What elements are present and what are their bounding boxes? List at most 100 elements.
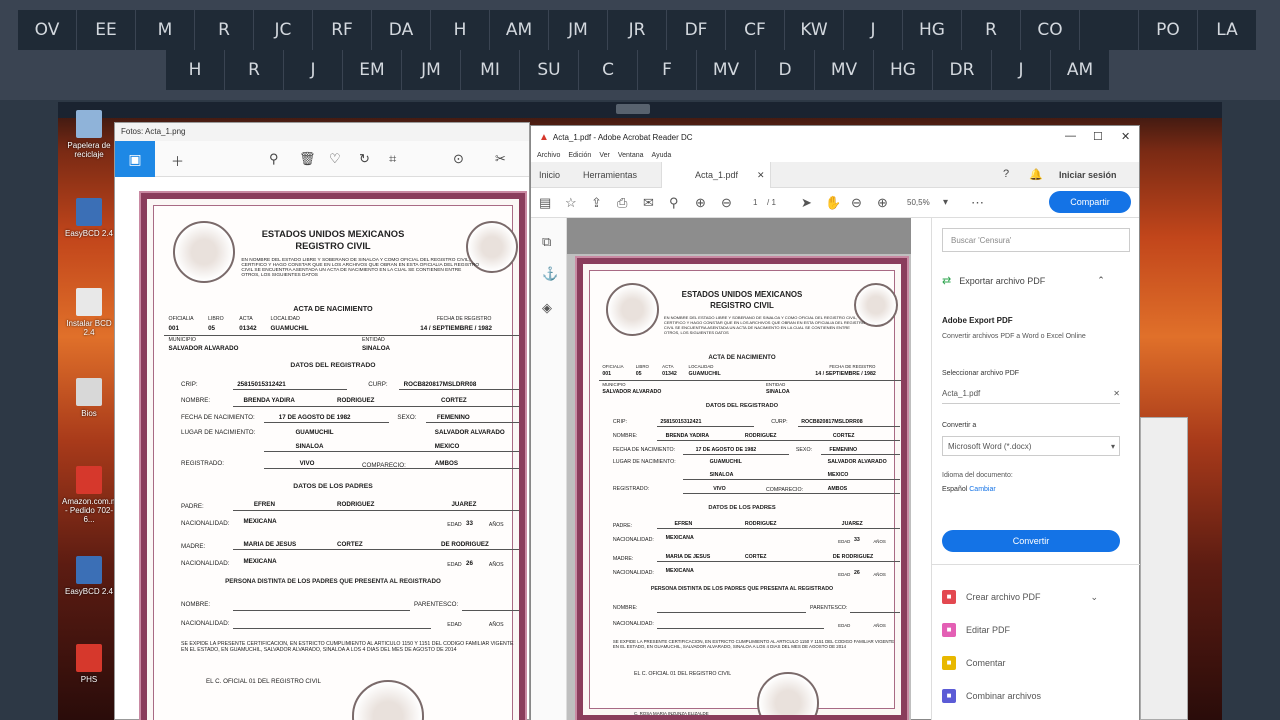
participant-tile[interactable]: RF — [313, 10, 371, 50]
participant-tile[interactable]: R — [962, 10, 1020, 50]
participant-tile[interactable]: C — [579, 50, 637, 90]
selected-file[interactable]: Acta_1.pdf ✕ — [942, 384, 1120, 404]
lang-change-link[interactable]: Cambiar — [969, 486, 995, 493]
participant-tile[interactable]: AM — [1051, 50, 1109, 90]
add-icon[interactable]: ＋ — [171, 151, 184, 170]
participant-tile[interactable]: DA — [372, 10, 430, 50]
favorite-icon[interactable]: ♡ — [329, 151, 341, 167]
tool-create-pdf[interactable]: ■ Crear archivo PDF ⌄ — [942, 590, 1098, 604]
desktop-icon[interactable]: Bios — [62, 378, 116, 418]
tool-edit-pdf[interactable]: ■ Editar PDF — [942, 623, 1010, 637]
next-page-icon[interactable]: ⊖ — [721, 195, 732, 211]
format-select[interactable]: Microsoft Word (*.docx) ▾ — [942, 436, 1120, 456]
search-icon[interactable]: ⚲ — [669, 195, 679, 211]
document-canvas[interactable]: ESTADOS UNIDOS MEXICANOS REGISTRO CIVIL EN… — [567, 218, 911, 720]
participant-tile[interactable]: J — [284, 50, 342, 90]
email-icon[interactable]: ✉ — [643, 195, 654, 211]
participant-tile[interactable]: HG — [903, 10, 961, 50]
menu-item[interactable]: Ayuda — [652, 152, 672, 159]
participant-tile[interactable]: J — [844, 10, 902, 50]
participant-tile[interactable]: JM — [549, 10, 607, 50]
participant-tile[interactable]: F — [638, 50, 696, 90]
chevron-down-icon[interactable]: ⌄ — [1091, 592, 1099, 603]
participant-tile[interactable]: JM — [402, 50, 460, 90]
zoom-in-icon[interactable]: ⊕ — [877, 195, 888, 211]
desktop-icon[interactable]: Papelera de reciclaje — [62, 110, 116, 159]
participant-tile[interactable]: JR — [608, 10, 666, 50]
tab-close-icon[interactable]: ✕ — [757, 170, 765, 181]
hand-icon[interactable]: ✋ — [825, 195, 841, 211]
tool-comment[interactable]: ■ Comentar — [942, 656, 1006, 670]
create-icon[interactable]: ▤ — [539, 195, 551, 211]
minimize-button[interactable]: — — [1065, 130, 1076, 142]
upload-icon[interactable]: ⇪ — [591, 195, 602, 211]
enhance-icon[interactable]: ⊙ — [453, 151, 464, 167]
menu-item[interactable]: Archivo — [537, 152, 560, 159]
share-button[interactable]: Compartir — [1049, 191, 1131, 213]
background-window[interactable] — [1140, 417, 1188, 720]
participant-tile[interactable]: DR — [933, 50, 991, 90]
zoom-icon[interactable]: ⚲ — [269, 151, 279, 167]
participant-tile[interactable]: KW — [785, 10, 843, 50]
tab-tools[interactable]: Herramientas — [583, 170, 637, 180]
rotate-icon[interactable]: ↻ — [359, 151, 370, 167]
menu-item[interactable]: Ventana — [618, 152, 644, 159]
desktop-icon[interactable]: Amazon.com.mx - Pedido 702-6... — [62, 466, 122, 524]
participant-tile[interactable]: OV — [18, 10, 76, 50]
participant-tile[interactable]: R — [195, 10, 253, 50]
search-input[interactable]: Buscar 'Censura' — [942, 228, 1130, 252]
photos-window[interactable]: Fotos: Acta_1.png ▣ ＋ ⚲ 🗑 ♡ ↻ ⌗ ⊙ ✂ ESTA… — [114, 122, 530, 720]
participant-tile[interactable]: D — [756, 50, 814, 90]
participant-tile[interactable]: CO — [1021, 10, 1079, 50]
notification-icon[interactable]: 🔔 — [1029, 168, 1043, 181]
crop-icon[interactable]: ⌗ — [389, 151, 396, 167]
tab-home[interactable]: Inicio — [539, 170, 560, 180]
participant-tile[interactable]: J — [992, 50, 1050, 90]
select-icon[interactable]: ➤ — [801, 195, 812, 211]
menu-item[interactable]: Edición — [568, 152, 591, 159]
participant-tile[interactable]: MI — [461, 50, 519, 90]
page-number[interactable]: 1 — [753, 198, 757, 207]
menu-item[interactable]: Ver — [599, 152, 610, 159]
participant-tile[interactable] — [1080, 10, 1138, 50]
participant-tile[interactable]: SU — [520, 50, 578, 90]
prev-page-icon[interactable]: ⊕ — [695, 195, 706, 211]
participant-tile[interactable]: H — [166, 50, 224, 90]
print-icon[interactable]: ⎙ — [617, 195, 627, 211]
more-icon[interactable]: ⋯ — [971, 195, 984, 211]
desktop-icon[interactable]: EasyBCD 2.4 — [62, 198, 116, 238]
drag-handle[interactable] — [616, 104, 650, 114]
participant-tile[interactable]: MV — [815, 50, 873, 90]
bookmark-icon[interactable]: ☆ — [565, 195, 577, 211]
participant-tile[interactable]: HG — [874, 50, 932, 90]
participant-tile[interactable]: M — [136, 10, 194, 50]
participant-tile[interactable]: EM — [343, 50, 401, 90]
desktop-icon[interactable]: PHS — [62, 644, 116, 684]
help-icon[interactable]: ? — [1003, 168, 1009, 180]
participant-tile[interactable]: LA — [1198, 10, 1256, 50]
edit-icon[interactable]: ✂ — [495, 151, 506, 167]
attachment-icon[interactable]: ⚓ — [542, 266, 558, 282]
close-button[interactable]: ✕ — [1121, 130, 1130, 143]
participant-tile[interactable]: AM — [490, 10, 548, 50]
zoom-dropdown-icon[interactable]: ▾ — [943, 197, 948, 208]
tool-combine[interactable]: ■ Combinar archivos — [942, 689, 1041, 703]
participant-tile[interactable]: JC — [254, 10, 312, 50]
acrobat-window[interactable]: ▲ Acta_1.pdf - Adobe Acrobat Reader DC —… — [530, 125, 1140, 720]
chevron-up-icon[interactable]: ⌃ — [1097, 275, 1105, 286]
participant-tile[interactable]: CF — [726, 10, 784, 50]
desktop-icon[interactable]: Instalar BCD 2.4 — [62, 288, 116, 337]
zoom-out-icon[interactable]: ⊖ — [851, 195, 862, 211]
delete-icon[interactable]: 🗑 — [299, 151, 316, 167]
gallery-button[interactable]: ▣ — [115, 141, 155, 177]
convert-button[interactable]: Convertir — [942, 530, 1120, 552]
maximize-button[interactable]: ☐ — [1093, 130, 1103, 143]
export-header[interactable]: ⇄ Exportar archivo PDF ⌃ — [942, 274, 1105, 287]
layers-icon[interactable]: ◈ — [542, 300, 552, 316]
zoom-level[interactable]: 50,5% — [907, 198, 930, 207]
participant-tile[interactable]: DF — [667, 10, 725, 50]
pages-icon[interactable]: ⧉ — [542, 234, 551, 250]
desktop-icon[interactable]: EasyBCD 2.4 — [62, 556, 116, 596]
tab-document-label[interactable]: Acta_1.pdf — [695, 170, 738, 180]
participant-tile[interactable]: EE — [77, 10, 135, 50]
